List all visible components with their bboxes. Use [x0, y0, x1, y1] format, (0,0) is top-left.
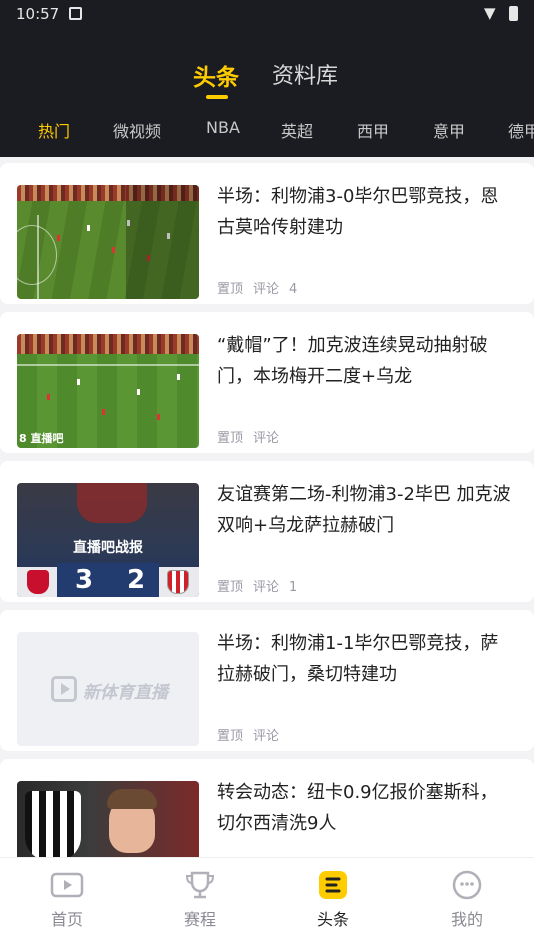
away-score: 2	[127, 565, 146, 595]
category-premier-league[interactable]: 英超	[281, 118, 313, 142]
category-bar: 热门 微视频 NBA 英超 西甲 意甲 德甲	[0, 118, 534, 144]
comment-label: 评论	[253, 580, 280, 595]
news-meta: 置顶 评论	[217, 725, 289, 744]
battery-icon	[509, 6, 518, 21]
category-bundesliga[interactable]: 德甲	[508, 118, 534, 142]
news-thumbnail	[17, 185, 199, 299]
pin-label: 置顶	[217, 729, 244, 744]
category-serie-a[interactable]: 意甲	[433, 118, 465, 142]
pin-label: 置顶	[217, 580, 244, 595]
comment-count: 1	[289, 580, 298, 595]
video-play-icon	[50, 872, 84, 898]
news-card[interactable]: 转会动态：纽卡0.9亿报价塞斯科，切尔西清洗9人	[0, 759, 534, 857]
placeholder-brand: 新体育直播	[83, 683, 168, 703]
category-nba[interactable]: NBA	[206, 118, 240, 137]
newcastle-crest-icon	[25, 791, 81, 857]
news-title: 友谊赛第二场-利物浦3-2毕巴 加克波双响+乌龙萨拉赫破门	[217, 484, 511, 536]
watermark-text: 8 直播吧	[19, 432, 64, 445]
news-card[interactable]: 半场：利物浦3-0毕尔巴鄂竞技，恩古莫哈传射建功 置顶 评论 4	[0, 163, 534, 304]
headline-icon	[319, 871, 347, 899]
news-meta: 置顶 评论	[217, 427, 289, 446]
trophy-icon	[185, 871, 215, 899]
tab-headlines[interactable]: 头条	[193, 58, 239, 92]
liverpool-crest-icon	[27, 570, 49, 594]
news-thumbnail: 直播吧战报 3 2	[17, 483, 199, 597]
pin-label: 置顶	[217, 431, 244, 446]
comment-label: 评论	[253, 282, 280, 297]
category-micro-video[interactable]: 微视频	[113, 118, 161, 142]
active-tab-indicator	[206, 95, 228, 99]
news-meta: 置顶 评论 1	[217, 576, 307, 595]
play-logo-icon	[51, 676, 77, 702]
nav-home-label: 首页	[50, 910, 83, 929]
comment-label: 评论	[253, 431, 280, 446]
news-title: 转会动态：纽卡0.9亿报价塞斯科，切尔西清洗9人	[217, 782, 498, 834]
nav-headlines[interactable]: 头条	[266, 858, 400, 950]
news-meta: 置顶 评论 4	[217, 278, 307, 297]
news-thumbnail	[17, 781, 199, 857]
home-score: 3	[75, 565, 94, 595]
nav-home[interactable]: 首页	[0, 858, 134, 950]
bottom-navigation: 首页 赛程 头条 我的	[0, 857, 534, 950]
nav-headlines-label: 头条	[316, 910, 349, 929]
news-thumbnail: 8 直播吧	[17, 334, 199, 448]
app-header: 10:57 ▼ 头条 资料库 热门 微视频 NBA 英超 西甲 意甲 德甲	[0, 0, 534, 157]
comment-label: 评论	[253, 729, 280, 744]
nav-mine[interactable]: 我的	[400, 858, 534, 950]
news-title: 半场：利物浦1-1毕尔巴鄂竞技，萨拉赫破门，桑切特建功	[217, 633, 499, 685]
status-time: 10:57	[16, 5, 60, 23]
news-card[interactable]: 新体育直播 半场：利物浦1-1毕尔巴鄂竞技，萨拉赫破门，桑切特建功 置顶 评论	[0, 610, 534, 751]
news-thumbnail: 新体育直播	[17, 632, 199, 746]
comment-count: 4	[289, 282, 298, 297]
wifi-icon: ▼	[484, 4, 496, 22]
status-bar: 10:57 ▼	[0, 0, 534, 28]
news-feed[interactable]: 半场：利物浦3-0毕尔巴鄂竞技，恩古莫哈传射建功 置顶 评论 4 8 直播吧 “戴帽…	[0, 157, 534, 857]
news-title: 半场：利物浦3-0毕尔巴鄂竞技，恩古莫哈传射建功	[217, 186, 499, 238]
nav-mine-label: 我的	[450, 910, 483, 929]
category-la-liga[interactable]: 西甲	[357, 118, 389, 142]
news-card[interactable]: 8 直播吧 “戴帽”了！加克波连续晃动抽射破门，本场梅开二度+乌龙 置顶 评论	[0, 312, 534, 453]
nav-schedule-label: 赛程	[183, 910, 216, 929]
bilbao-crest-icon	[167, 570, 189, 594]
notification-icon	[69, 7, 82, 20]
pin-label: 置顶	[217, 282, 244, 297]
category-hot[interactable]: 热门	[38, 118, 70, 142]
tab-database[interactable]: 资料库	[272, 58, 338, 90]
news-title: “戴帽”了！加克波连续晃动抽射破门，本场梅开二度+乌龙	[217, 335, 488, 387]
nav-schedule[interactable]: 赛程	[133, 858, 267, 950]
score-title: 直播吧战报	[73, 540, 143, 556]
smiley-face-icon	[452, 870, 482, 900]
news-card[interactable]: 直播吧战报 3 2 友谊赛第二场-利物浦3-2毕巴 加克波双响+乌龙萨拉赫破门 …	[0, 461, 534, 602]
